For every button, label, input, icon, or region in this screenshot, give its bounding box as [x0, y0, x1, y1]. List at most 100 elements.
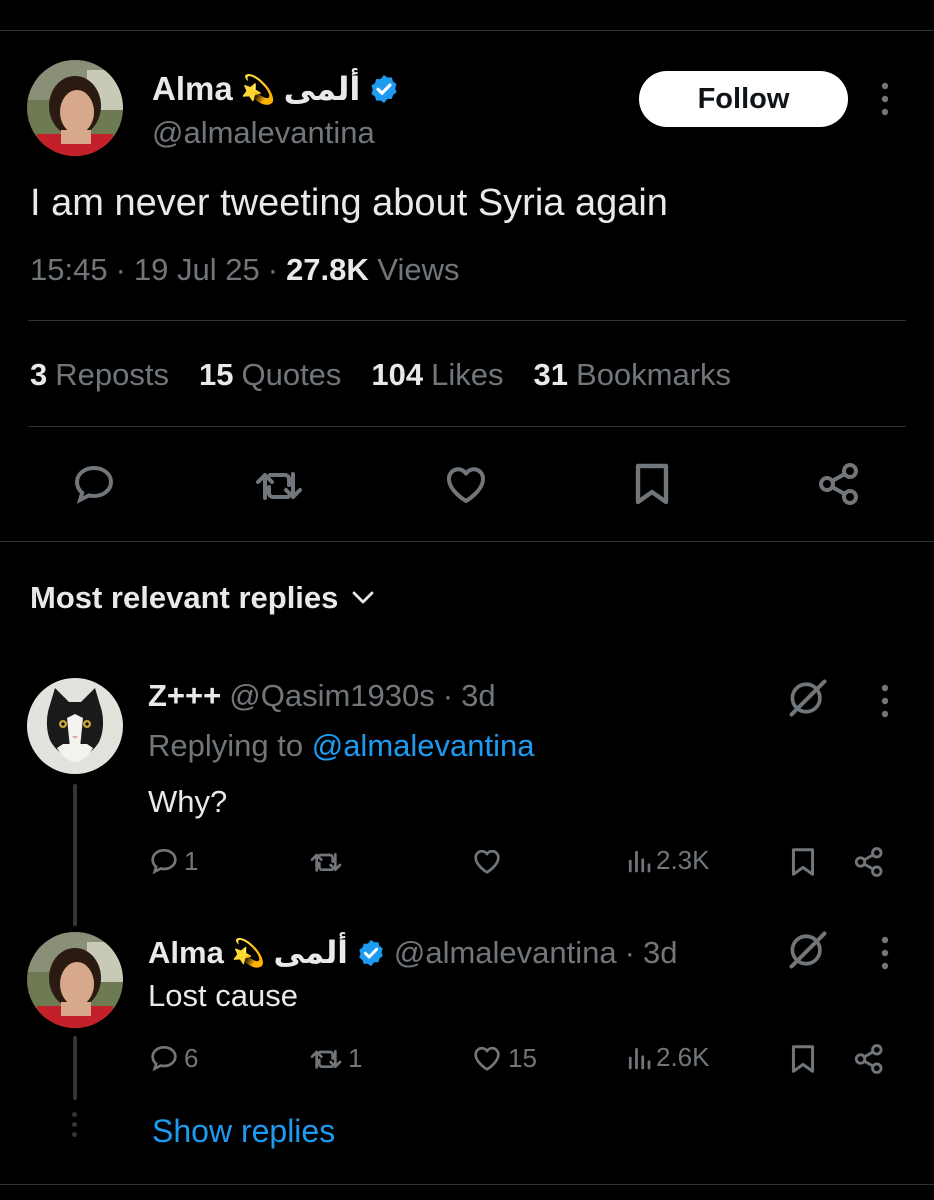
- thread-line: [73, 1036, 77, 1100]
- tweet-action-bar: [0, 460, 934, 512]
- repost-button[interactable]: 1: [308, 1042, 362, 1074]
- reply-text: Lost cause: [148, 978, 298, 1013]
- bookmarks-stat[interactable]: 31 Bookmarks: [534, 357, 732, 393]
- author-avatar[interactable]: [27, 60, 123, 156]
- views-icon: [626, 1043, 652, 1073]
- show-replies-link[interactable]: Show replies: [152, 1113, 335, 1150]
- views-label: Views: [377, 252, 460, 287]
- like-icon: [470, 845, 504, 877]
- more-icon[interactable]: [875, 80, 895, 118]
- bookmarks-label: Bookmarks: [576, 357, 732, 392]
- reply-author-handle[interactable]: @almalevantina: [394, 935, 617, 971]
- grok-icon[interactable]: [786, 928, 830, 972]
- chevron-down-icon: [352, 591, 374, 605]
- views-count: 2.3K: [656, 845, 710, 875]
- quotes-stat[interactable]: 15 Quotes: [199, 357, 341, 393]
- replies-sort-label: Most relevant replies: [30, 580, 339, 615]
- share-icon[interactable]: [852, 1042, 886, 1076]
- bookmark-icon[interactable]: [630, 460, 674, 508]
- like-button[interactable]: 15: [470, 1042, 537, 1074]
- reply-avatar[interactable]: [27, 932, 123, 1028]
- verified-icon: [368, 73, 400, 105]
- bottom-divider: [0, 1184, 934, 1185]
- reply-author-arabic-name: ألمى: [273, 935, 348, 970]
- views-button[interactable]: 2.6K: [626, 1042, 710, 1073]
- sparkle-icon: 💫: [240, 73, 276, 105]
- reply-author-handle[interactable]: @Qasim1930s: [229, 678, 435, 714]
- reply-action-bar: 1 2.3K: [148, 845, 888, 885]
- grok-icon[interactable]: [786, 676, 830, 720]
- repost-icon: [308, 845, 344, 877]
- more-icon[interactable]: [875, 682, 895, 720]
- reply-text: Why?: [148, 784, 228, 819]
- replying-to-handle[interactable]: @almalevantina: [312, 728, 535, 763]
- top-divider: [0, 30, 934, 31]
- views-count: 27.8K: [286, 252, 369, 287]
- meta-separator: ·: [267, 252, 279, 287]
- reply-button[interactable]: 1: [148, 845, 198, 877]
- reply-action-bar: 6 1 15 2.6K: [148, 1042, 888, 1082]
- more-icon[interactable]: [875, 934, 895, 972]
- reply-icon[interactable]: [70, 460, 118, 508]
- reply-author-name[interactable]: Z+++: [148, 678, 221, 714]
- author-handle[interactable]: @almalevantina: [152, 115, 375, 151]
- like-icon[interactable]: [441, 460, 491, 508]
- like-icon: [470, 1042, 504, 1074]
- replying-to: Replying to @almalevantina: [148, 728, 534, 764]
- reply-age[interactable]: 3d: [643, 935, 677, 971]
- reply-author-name[interactable]: Alma: [148, 935, 224, 971]
- follow-button[interactable]: Follow: [639, 71, 848, 127]
- repost-icon[interactable]: [253, 460, 305, 508]
- sparkle-icon: 💫: [231, 938, 266, 968]
- share-icon[interactable]: [815, 460, 863, 508]
- views-count: 2.6K: [656, 1042, 710, 1072]
- bookmark-icon[interactable]: [788, 845, 818, 879]
- quotes-label: Quotes: [241, 357, 342, 392]
- reply-icon: [148, 1042, 180, 1074]
- views-button[interactable]: 2.3K: [626, 845, 710, 876]
- reposts-count: 3: [30, 357, 48, 392]
- likes-label: Likes: [431, 357, 504, 392]
- meta-separator: ·: [115, 252, 126, 287]
- reply-header: Alma 💫 ألمى @almalevantina · 3d: [148, 935, 677, 971]
- like-button[interactable]: [470, 845, 508, 877]
- likes-stat[interactable]: 104 Likes: [371, 357, 503, 393]
- meta-separator: ·: [442, 678, 454, 713]
- share-icon[interactable]: [852, 845, 886, 879]
- author-name-row: Alma 💫 ألمى: [152, 70, 400, 108]
- author-name[interactable]: Alma: [152, 70, 233, 108]
- collapsed-thread-dots: [72, 1112, 77, 1142]
- tweet-text: I am never tweeting about Syria again: [30, 182, 668, 224]
- divider: [28, 320, 906, 321]
- repost-button[interactable]: [308, 845, 348, 877]
- verified-icon: [356, 938, 386, 968]
- tweet-time[interactable]: 15:45: [30, 252, 108, 288]
- reply-count: 6: [184, 1042, 199, 1073]
- meta-separator: ·: [624, 935, 635, 970]
- thread-line: [73, 784, 77, 926]
- replying-to-prefix: Replying to: [148, 728, 304, 763]
- reposts-label: Reposts: [55, 357, 169, 392]
- tweet-stats: 3 Reposts 15 Quotes 104 Likes 31 Bookmarks: [30, 357, 731, 393]
- reply-icon: [148, 845, 180, 877]
- reply-header: Z+++ @Qasim1930s · 3d: [148, 678, 496, 714]
- bookmark-icon[interactable]: [788, 1042, 818, 1076]
- repost-count: 1: [348, 1042, 363, 1073]
- reply-button[interactable]: 6: [148, 1042, 198, 1074]
- quotes-count: 15: [198, 357, 234, 392]
- like-count: 15: [508, 1042, 537, 1073]
- bookmarks-count: 31: [533, 357, 569, 392]
- repost-icon: [308, 1042, 344, 1074]
- divider: [28, 426, 906, 427]
- tweet-meta: 15:45 · 19 Jul 25 · 27.8K Views: [30, 252, 460, 288]
- reply-avatar[interactable]: [27, 678, 123, 774]
- reposts-stat[interactable]: 3 Reposts: [30, 357, 169, 393]
- reply-count: 1: [184, 845, 199, 876]
- author-arabic-name: ألمى: [283, 71, 361, 107]
- views-icon: [626, 846, 652, 876]
- likes-count: 104: [371, 357, 424, 392]
- divider: [0, 541, 934, 542]
- replies-sort-dropdown[interactable]: Most relevant replies: [30, 580, 374, 616]
- tweet-date[interactable]: 19 Jul 25: [134, 252, 260, 288]
- reply-age[interactable]: 3d: [461, 678, 495, 714]
